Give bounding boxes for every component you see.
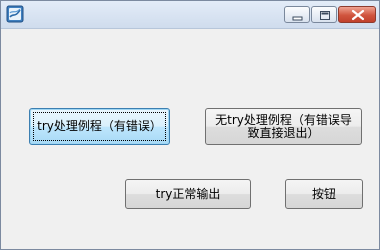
no-try-exit-routine-button[interactable]: 无try处理例程（有错误导致直接退出） <box>205 108 362 145</box>
no-try-exit-routine-label: 无try处理例程（有错误导致直接退出） <box>215 112 352 140</box>
try-error-routine-label: try处理例程（有错误） <box>37 119 162 133</box>
try-normal-output-button[interactable]: try正常输出 <box>125 179 251 209</box>
minimize-button[interactable] <box>284 6 310 23</box>
title-bar[interactable] <box>1 1 379 29</box>
generic-button[interactable]: 按钮 <box>285 179 363 209</box>
minimize-icon <box>292 16 303 21</box>
app-icon <box>6 5 24 23</box>
try-error-routine-button[interactable]: try处理例程（有错误） <box>29 108 170 145</box>
app-window: try处理例程（有错误） 无try处理例程（有错误导致直接退出） try正常输出… <box>0 0 380 250</box>
maximize-icon <box>320 11 330 20</box>
form-client-area: try处理例程（有错误） 无try处理例程（有错误导致直接退出） try正常输出… <box>1 29 379 249</box>
try-normal-output-label: try正常输出 <box>155 186 221 201</box>
close-button[interactable] <box>338 6 376 23</box>
maximize-button[interactable] <box>311 6 337 23</box>
generic-button-label: 按钮 <box>311 186 336 201</box>
close-icon <box>351 9 365 21</box>
